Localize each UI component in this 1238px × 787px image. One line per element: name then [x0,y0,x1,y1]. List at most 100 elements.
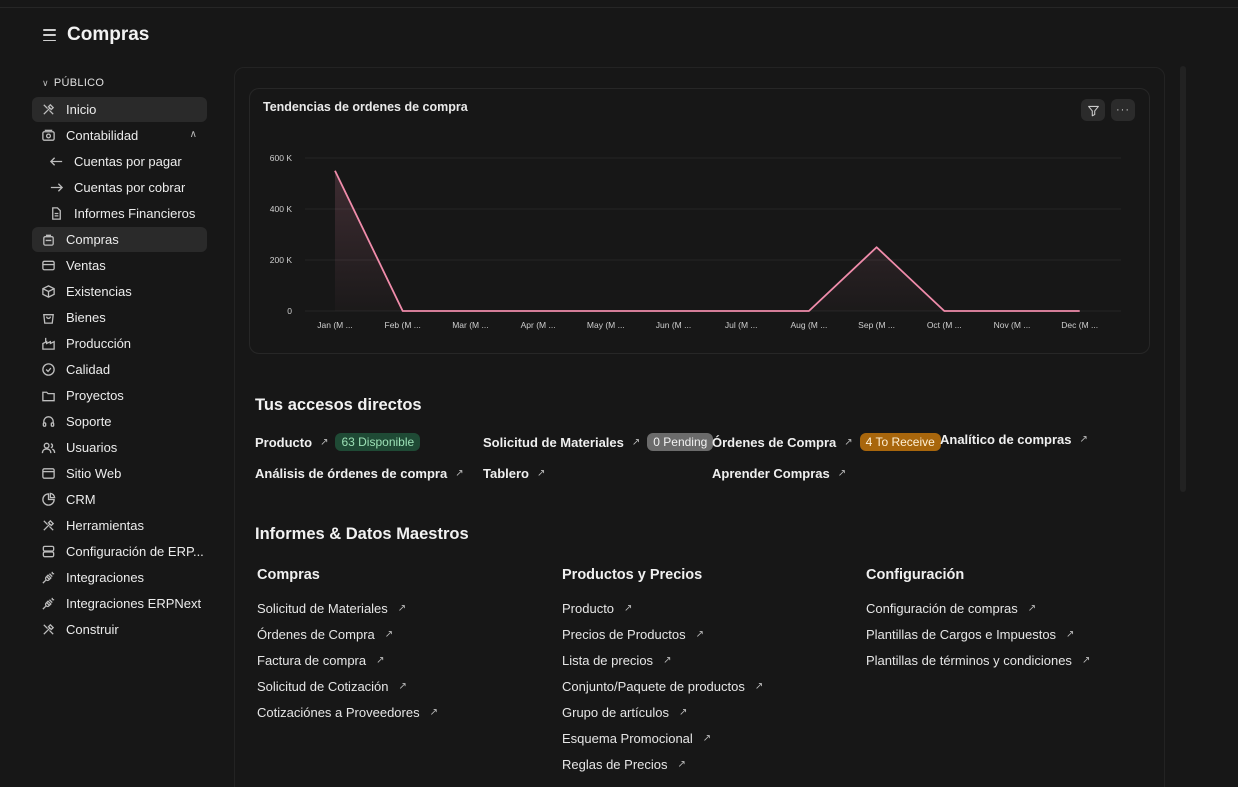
chevron-up-icon[interactable]: ∧ [190,129,197,140]
shortcut-link[interactable]: Órdenes de Compra ↗ 4 To Receive [712,433,941,451]
report-link[interactable]: Configuración de compras ↗ [866,601,1036,616]
report-link[interactable]: Lista de precios ↗ [562,653,671,668]
shortcut-link[interactable]: Producto ↗ 63 Disponible [255,433,421,451]
sidebar-item-label: Informes Financieros [74,206,196,221]
x-tick-label: Jun (M ... [656,320,691,330]
report-link[interactable]: Solicitud de Cotización ↗ [257,679,407,694]
report-link[interactable]: Grupo de artículos ↗ [562,705,687,720]
report-link-label: Plantillas de Cargos e Impuestos [866,627,1057,642]
sidebar-item-label: Inicio [66,102,97,117]
sidebar-item-label: Producción [66,336,132,351]
file-icon [48,206,64,222]
sidebar-item-cuentas-por-cobrar[interactable]: Cuentas por cobrar [32,175,207,200]
report-link-label: Esquema Promocional [562,731,693,746]
shortcut-link[interactable]: Análisis de órdenes de compra ↗ [255,466,464,481]
filter-icon [1087,105,1099,116]
report-link[interactable]: Plantillas de Cargos e Impuestos ↗ [866,627,1074,642]
sidebar-item-integraciones[interactable]: Integraciones [32,565,207,590]
sidebar-item-sitio-web[interactable]: Sitio Web [32,461,207,486]
external-arrow-icon: ↗ [1066,629,1075,640]
shortcut-link[interactable]: Analítico de compras ↗ [940,432,1088,447]
x-tick-label: Mar (M ... [452,320,488,330]
factory-icon [40,336,56,352]
sidebar-item-label: Soporte [66,414,112,429]
sidebar-item-cuentas-por-pagar[interactable]: Cuentas por pagar [32,149,207,174]
sidebar-item-ventas[interactable]: Ventas [32,253,207,278]
report-link[interactable]: Esquema Promocional ↗ [562,731,711,746]
report-link[interactable]: Reglas de Precios ↗ [562,757,686,772]
shortcut-label: Producto [255,434,313,450]
sidebar-item-producción[interactable]: Producción [32,331,207,356]
headset-icon [40,414,56,430]
shortcut-label: Analítico de compras [940,432,1072,447]
sidebar-item-construir[interactable]: Construir [32,617,207,642]
more-options-button[interactable]: ··· [1111,99,1135,121]
tools-icon [40,102,56,118]
sidebar-item-label: Usuarios [66,440,118,455]
report-link[interactable]: Conjunto/Paquete de productos ↗ [562,679,763,694]
sidebar-item-label: Ventas [66,258,106,273]
bag-icon [40,232,56,248]
external-arrow-icon: ↗ [537,468,546,479]
external-arrow-icon: ↗ [624,603,633,614]
y-tick-label: 600 K [270,153,293,163]
x-tick-label: Nov (M ... [994,320,1031,330]
sidebar-item-herramientas[interactable]: Herramientas [32,513,207,538]
external-arrow-icon: ↗ [376,655,385,666]
menu-icon[interactable] [43,29,56,41]
sidebar-item-label: Integraciones ERPNext [66,596,202,611]
sidebar-item-inicio[interactable]: Inicio [32,97,207,122]
report-link-label: Configuración de compras [866,601,1018,616]
external-arrow-icon: ↗ [384,629,394,640]
scrollbar[interactable] [1180,66,1186,492]
report-link[interactable]: Factura de compra ↗ [257,653,385,668]
sidebar-item-proyectos[interactable]: Proyectos [32,383,207,408]
box-icon [40,284,56,300]
report-link-label: Reglas de Precios [562,757,668,772]
report-link-label: Conjunto/Paquete de productos [562,679,745,694]
arrow-left-icon [48,154,64,170]
x-tick-label: Feb (M ... [385,320,421,330]
sidebar-section-label: PÚBLICO [53,77,105,89]
report-link[interactable]: Precios de Productos ↗ [562,627,704,642]
sidebar-item-bienes[interactable]: Bienes [32,305,207,330]
report-link[interactable]: Plantillas de términos y condiciones ↗ [866,653,1090,668]
sidebar-item-informes-financieros[interactable]: Informes Financieros [32,201,207,226]
report-link-label: Solicitud de Cotización [257,679,389,694]
shortcut-link[interactable]: Tablero ↗ [483,466,545,481]
pie-icon [40,492,56,508]
report-link-label: Solicitud de Materiales [257,601,388,616]
sidebar-item-contabilidad[interactable]: Contabilidad ∧ [32,123,207,148]
report-column-title: Configuración [866,567,965,583]
sidebar-item-crm[interactable]: CRM [32,487,207,512]
external-arrow-icon: ↗ [695,629,704,640]
report-link-label: Cotizaciónes a Proveedores [257,705,420,720]
sidebar-item-integraciones-erpnext[interactable]: Integraciones ERPNext [32,591,207,616]
shortcut-link[interactable]: Solicitud de Materiales ↗ 0 Pending [483,433,714,451]
sidebar-section-toggle[interactable]: ∨ PÚBLICO [32,74,207,92]
shopping-bag-icon [40,310,56,326]
shortcut-label: Tablero [483,466,529,481]
sidebar-item-calidad[interactable]: Calidad [32,357,207,382]
sidebar-item-compras[interactable]: Compras [32,227,207,252]
report-link[interactable]: Solicitud de Materiales ↗ [257,601,406,616]
sidebar-item-usuarios[interactable]: Usuarios [32,435,207,460]
report-link-label: Factura de compra [257,653,367,668]
badge-check-icon [40,362,56,378]
report-link[interactable]: Órdenes de Compra ↗ [257,627,393,642]
tools-icon [40,518,56,534]
filter-button[interactable] [1081,99,1105,121]
shortcut-label: Solicitud de Materiales [483,434,624,450]
shortcut-link[interactable]: Aprender Compras ↗ [712,466,846,481]
users-icon [40,440,56,456]
status-badge: 0 Pending [647,433,714,451]
sidebar-item-configuración-de-erp[interactable]: Configuración de ERP... [32,539,207,564]
report-link[interactable]: Producto ↗ [562,601,632,616]
x-tick-label: Apr (M ... [521,320,556,330]
sidebar-item-label: Sitio Web [66,466,122,481]
report-link[interactable]: Cotizaciónes a Proveedores ↗ [257,705,438,720]
sidebar-item-soporte[interactable]: Soporte [32,409,207,434]
report-column-title: Productos y Precios [562,567,703,583]
sidebar-item-existencias[interactable]: Existencias [32,279,207,304]
tools-icon [40,622,56,638]
